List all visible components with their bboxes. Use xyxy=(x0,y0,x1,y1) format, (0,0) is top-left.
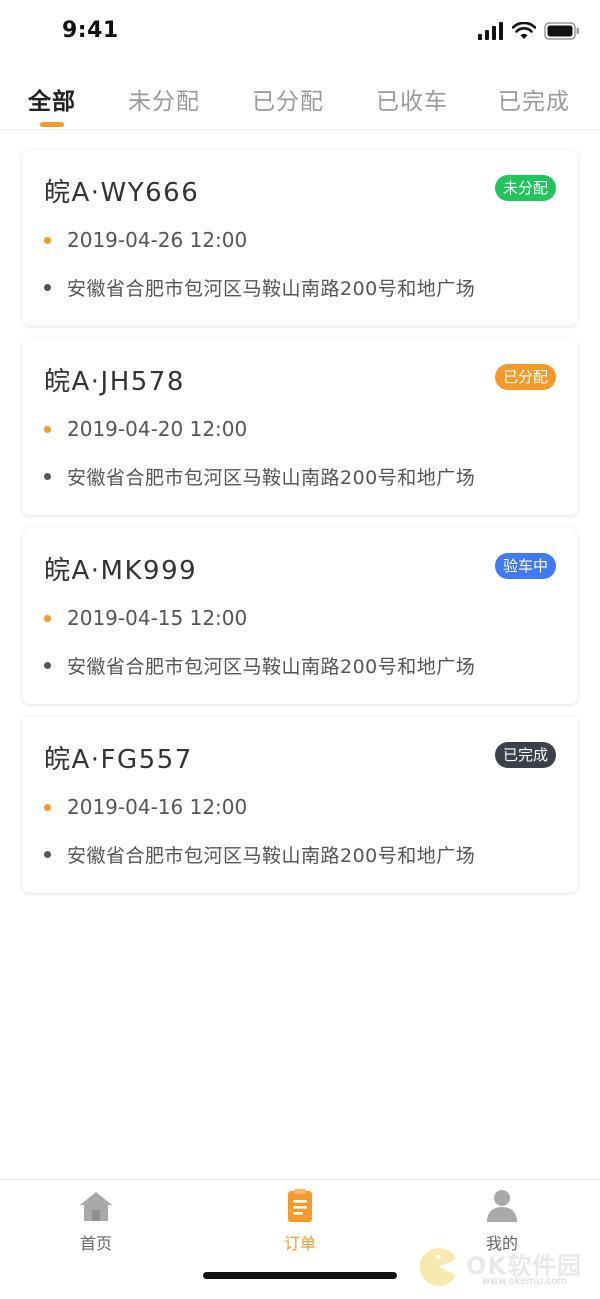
order-address: 安徽省合肥市包河区马鞍山南路200号和地广场 xyxy=(67,278,476,300)
tab-assigned[interactable]: 已分配 xyxy=(252,82,324,116)
tab-all[interactable]: 全部 xyxy=(28,82,76,116)
order-card[interactable]: 皖A·JH578 已分配 2019-04-20 12:00 安徽省合肥市包河区马… xyxy=(22,339,578,515)
battery-icon xyxy=(544,22,579,40)
order-address: 安徽省合肥市包河区马鞍山南路200号和地广场 xyxy=(67,656,476,678)
order-card[interactable]: 皖A·MK999 验车中 2019-04-15 12:00 安徽省合肥市包河区马… xyxy=(22,528,578,704)
plate-number: 皖A·WY666 xyxy=(44,178,200,208)
order-time: 2019-04-15 12:00 xyxy=(67,606,248,630)
order-address-row: 安徽省合肥市包河区马鞍山南路200号和地广场 xyxy=(44,463,475,490)
order-time: 2019-04-20 12:00 xyxy=(67,417,248,441)
order-time-row: 2019-04-15 12:00 xyxy=(44,606,247,630)
nav-home-label: 首页 xyxy=(79,1234,112,1253)
active-tab-indicator xyxy=(40,122,64,127)
order-list: 皖A·WY666 未分配 2019-04-26 12:00 安徽省合肥市包河区马… xyxy=(22,150,578,906)
time-dot-icon xyxy=(44,236,51,244)
status-badge: 已完成 xyxy=(494,742,556,768)
time-dot-icon xyxy=(44,614,51,622)
order-time: 2019-04-16 12:00 xyxy=(67,795,248,819)
wifi-icon xyxy=(512,22,536,39)
order-time-row: 2019-04-16 12:00 xyxy=(44,795,247,819)
order-time-row: 2019-04-26 12:00 xyxy=(44,228,247,252)
order-status-tabs: 全部 未分配 已分配 已收车 已完成 xyxy=(0,74,600,130)
watermark-logo-icon xyxy=(419,1247,456,1286)
order-card[interactable]: 皖A·WY666 未分配 2019-04-26 12:00 安徽省合肥市包河区马… xyxy=(22,150,578,326)
order-address: 安徽省合肥市包河区马鞍山南路200号和地广场 xyxy=(67,467,476,489)
user-icon xyxy=(487,1190,517,1222)
address-dot-icon xyxy=(44,662,51,669)
plate-number: 皖A·FG557 xyxy=(44,745,193,775)
time-dot-icon xyxy=(44,425,51,433)
address-dot-icon xyxy=(44,473,51,480)
status-badge: 已分配 xyxy=(494,364,556,390)
order-address: 安徽省合肥市包河区马鞍山南路200号和地广场 xyxy=(67,845,476,867)
watermark-url: www.okemu.com xyxy=(482,1276,568,1287)
tab-completed[interactable]: 已完成 xyxy=(498,82,570,116)
order-card[interactable]: 皖A·FG557 已完成 2019-04-16 12:00 安徽省合肥市包河区马… xyxy=(22,717,578,893)
nav-home[interactable]: 首页 xyxy=(56,1188,136,1254)
nav-orders-label: 订单 xyxy=(283,1234,316,1253)
plate-number: 皖A·JH578 xyxy=(44,367,185,397)
order-time-row: 2019-04-20 12:00 xyxy=(44,417,247,441)
home-indicator xyxy=(203,1272,397,1279)
status-icons xyxy=(478,22,580,40)
tab-unassigned[interactable]: 未分配 xyxy=(128,82,200,116)
order-address-row: 安徽省合肥市包河区马鞍山南路200号和地广场 xyxy=(44,652,475,679)
status-badge: 验车中 xyxy=(494,553,556,579)
orders-icon xyxy=(288,1189,312,1222)
nav-orders[interactable]: 订单 xyxy=(260,1188,340,1254)
order-address-row: 安徽省合肥市包河区马鞍山南路200号和地广场 xyxy=(44,274,475,301)
watermark: OK软件园 www.okemu.com xyxy=(416,1242,596,1294)
time-dot-icon xyxy=(44,803,51,811)
order-address-row: 安徽省合肥市包河区马鞍山南路200号和地广场 xyxy=(44,841,475,868)
address-dot-icon xyxy=(44,851,51,858)
orders-page: 9:41 全部 未分配 已分配 已收车 已完成 皖A·WY666 未分配 201… xyxy=(0,0,600,1299)
status-badge: 未分配 xyxy=(494,175,556,201)
order-time: 2019-04-26 12:00 xyxy=(67,228,248,252)
home-icon xyxy=(80,1192,112,1221)
signal-icon xyxy=(478,22,503,40)
tab-received[interactable]: 已收车 xyxy=(376,82,448,116)
status-time: 9:41 xyxy=(62,18,119,43)
address-dot-icon xyxy=(44,284,51,291)
plate-number: 皖A·MK999 xyxy=(44,556,198,586)
status-bar: 9:41 xyxy=(0,0,600,64)
